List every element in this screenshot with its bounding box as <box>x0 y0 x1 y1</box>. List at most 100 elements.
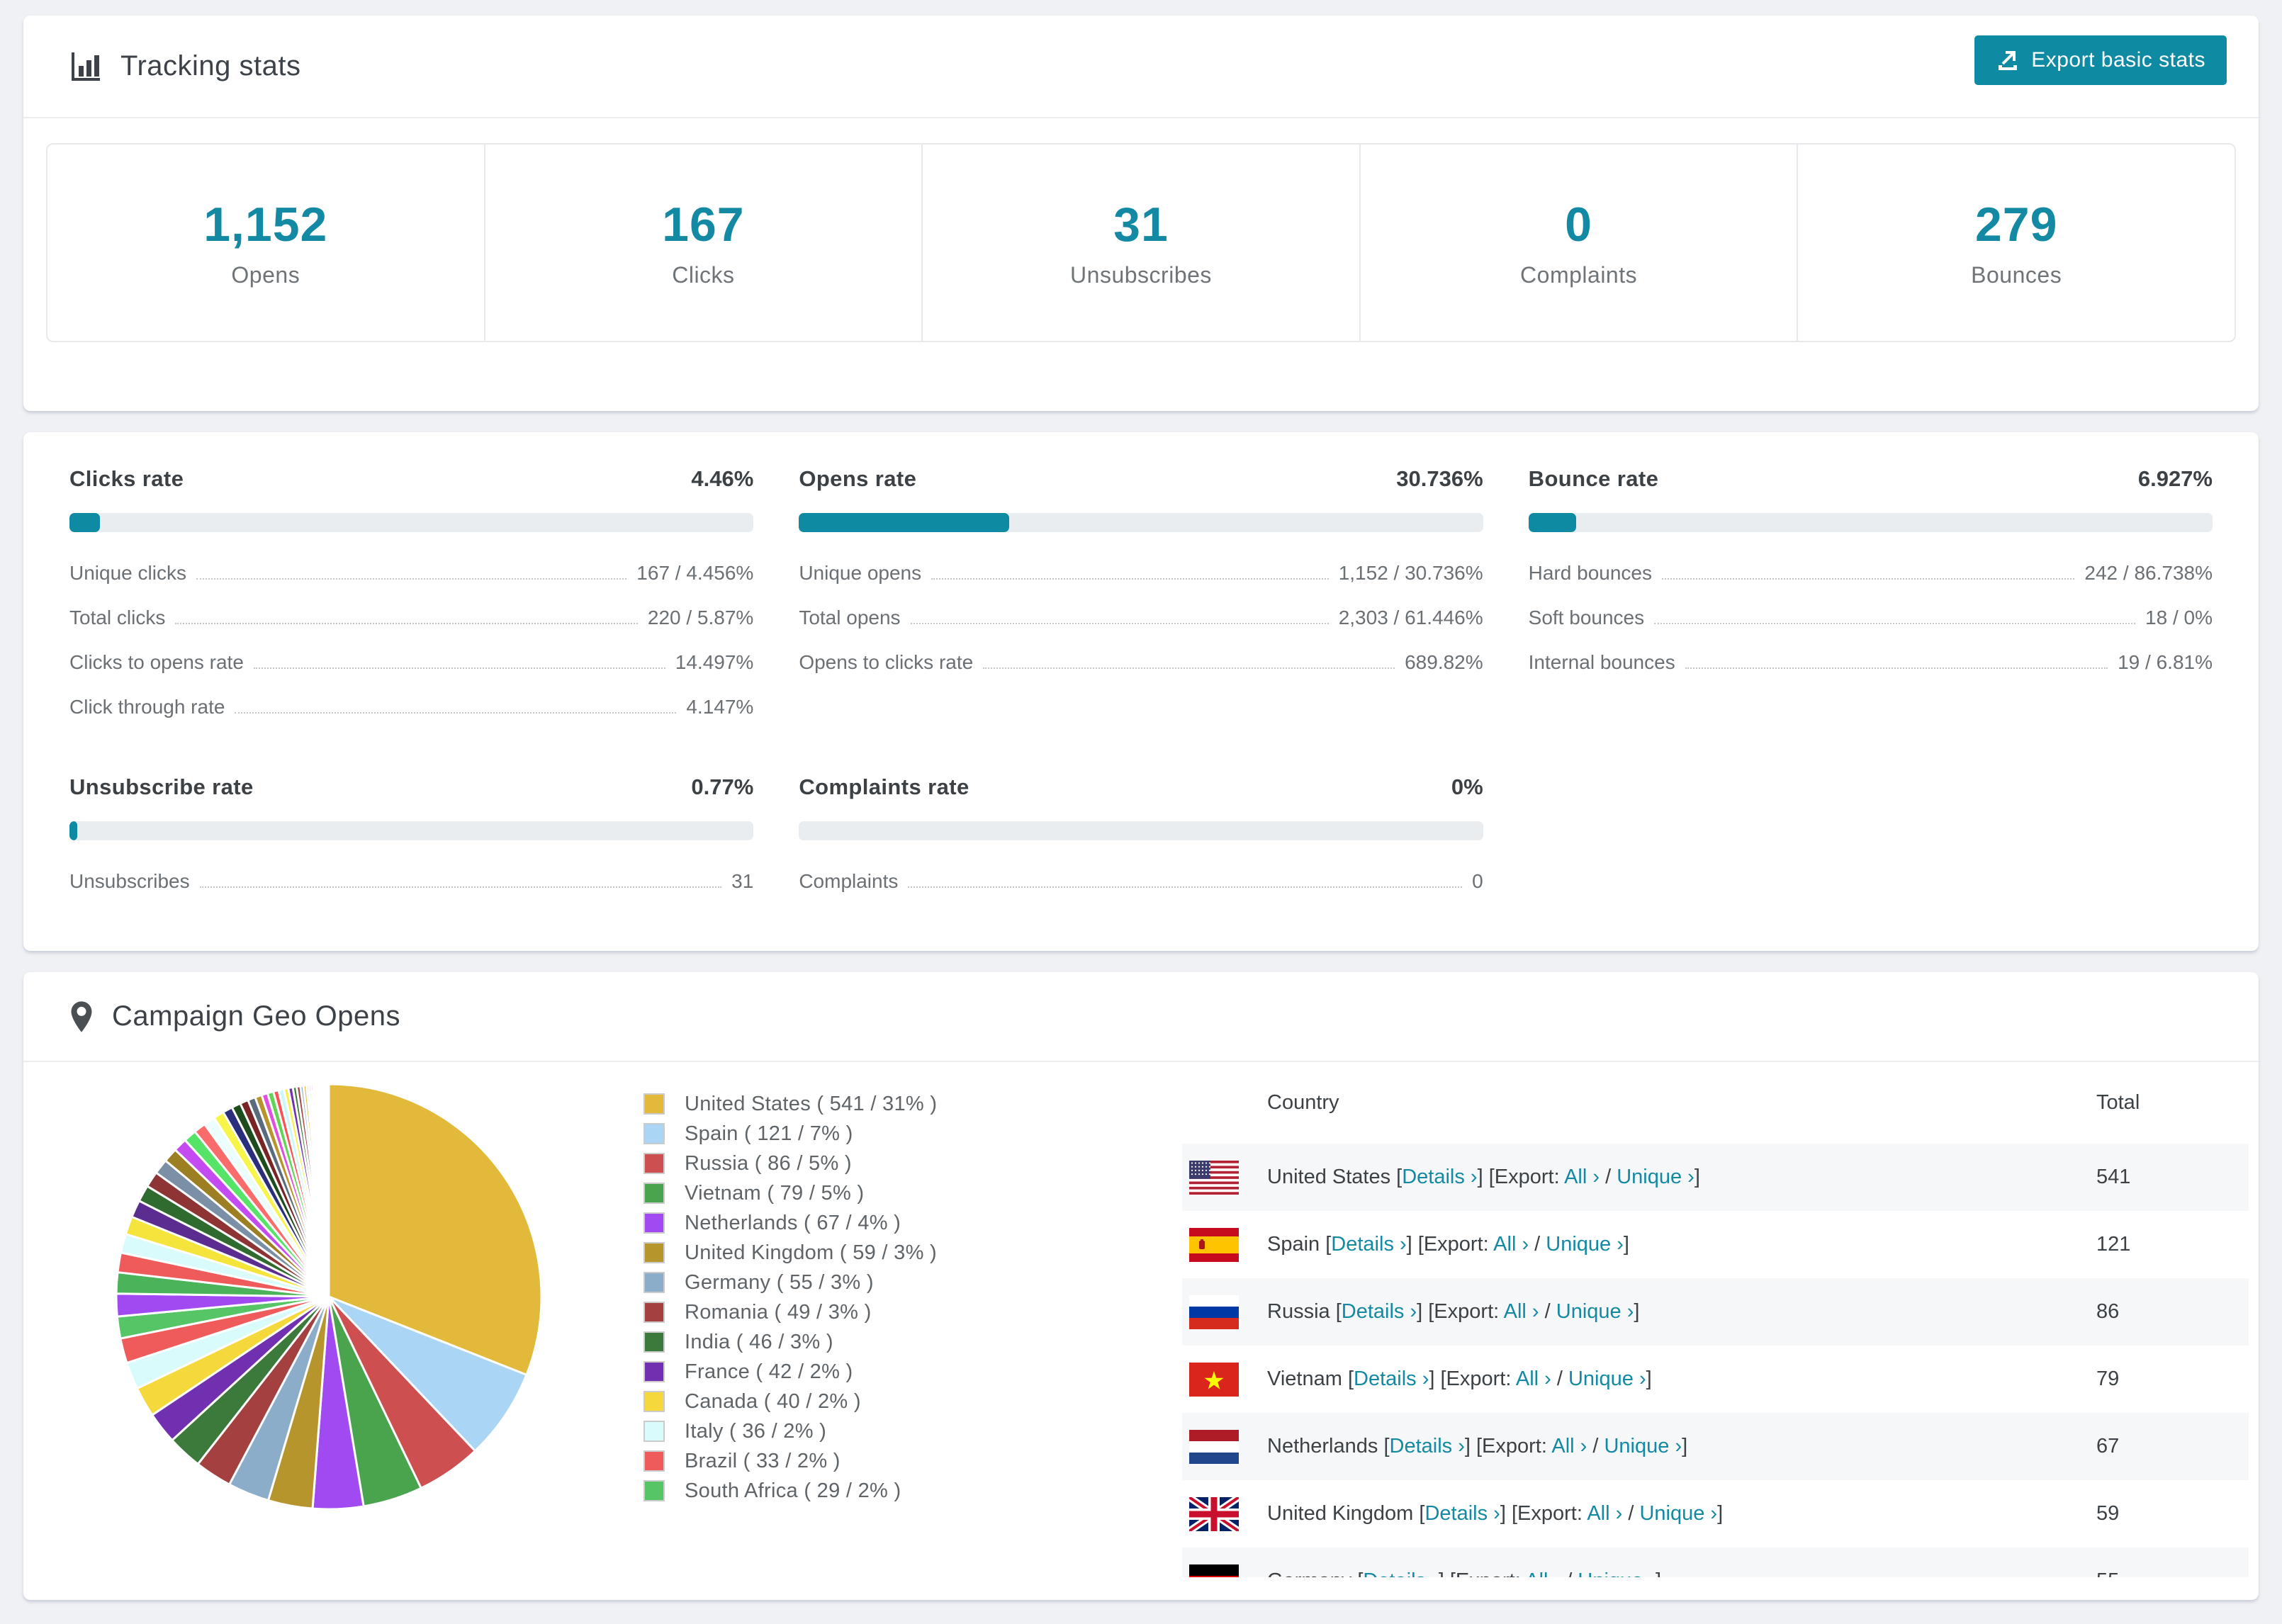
legend-swatch <box>643 1302 665 1323</box>
details-link[interactable]: Details › <box>1354 1368 1429 1390</box>
rate-stat-row: Total clicks 220 / 5.87% <box>69 605 753 630</box>
rate-progress-bar <box>69 821 754 840</box>
rate-stat-label: Soft bounces <box>1528 607 1645 628</box>
rates-grid: Clicks rate 4.46% Unique clicks 167 / 4.… <box>23 432 2259 913</box>
country-total: 59 <box>2096 1502 2120 1525</box>
legend-item-germany: Germany ( 55 / 3% ) <box>643 1268 1182 1297</box>
dotted-leader <box>199 886 722 888</box>
country-total: 541 <box>2096 1166 2131 1188</box>
legend-label: Netherlands ( 67 / 4% ) <box>685 1211 901 1234</box>
stat-value: 167 <box>662 198 745 252</box>
export-unique-link[interactable]: Unique › <box>1604 1435 1682 1457</box>
export-unique-link[interactable]: Unique › <box>1578 1569 1656 1577</box>
legend-label: Italy ( 36 / 2% ) <box>685 1419 827 1443</box>
export-unique-link[interactable]: Unique › <box>1639 1502 1717 1525</box>
geo-table-header: Country Total <box>1182 1062 2249 1144</box>
legend-item-united-states: United States ( 541 / 31% ) <box>643 1089 1182 1119</box>
campaign-geo-opens-card: Campaign Geo Opens United States ( 541 /… <box>23 972 2259 1600</box>
rate-section-opens-rate: Opens rate 30.736% Unique opens 1,152 / … <box>799 466 1483 739</box>
export-unique-link[interactable]: Unique › <box>1617 1166 1694 1188</box>
legend-item-united-kingdom: United Kingdom ( 59 / 3% ) <box>643 1238 1182 1268</box>
export-all-link[interactable]: All › <box>1587 1502 1622 1525</box>
stat-box-clicks: 167 Clicks <box>483 145 922 341</box>
country-name: Spain <box>1267 1233 1320 1256</box>
rate-stat-label: Unique clicks <box>69 562 186 584</box>
legend-swatch <box>643 1183 665 1204</box>
rate-section-title: Complaints rate <box>799 774 969 799</box>
stat-value: 31 <box>1113 198 1169 252</box>
stat-label: Complaints <box>1520 262 1638 288</box>
rate-stat-label: Opens to clicks rate <box>799 651 974 673</box>
stat-label: Bounces <box>1971 262 2062 288</box>
legend-label: Romania ( 49 / 3% ) <box>685 1300 872 1324</box>
details-link[interactable]: Details › <box>1342 1300 1417 1323</box>
dotted-leader <box>1654 623 2136 624</box>
rate-section-value: 0% <box>1451 774 1483 799</box>
geo-table-body: United States [Details ›] [Export: All ›… <box>1182 1144 2249 1577</box>
rate-section-value: 0.77% <box>691 774 754 799</box>
export-all-link[interactable]: All › <box>1564 1166 1600 1188</box>
export-all-link[interactable]: All › <box>1551 1435 1587 1457</box>
rate-stat-value: 242 / 86.738% <box>2084 562 2213 584</box>
export-unique-link[interactable]: Unique › <box>1546 1233 1624 1256</box>
rates-card: Clicks rate 4.46% Unique clicks 167 / 4.… <box>23 432 2259 951</box>
table-row-de: Germany [Details ›] [Export: All › / Uni… <box>1182 1547 2249 1577</box>
rate-stat-value: 167 / 4.456% <box>636 562 754 584</box>
details-link[interactable]: Details › <box>1402 1166 1477 1188</box>
geo-card-title: Campaign Geo Opens <box>112 1000 401 1032</box>
stat-box-opens: 1,152 Opens <box>47 145 484 341</box>
rate-stat-label: Total opens <box>799 607 901 628</box>
rate-section-value: 30.736% <box>1396 466 1483 491</box>
rate-stat-row: Unique clicks 167 / 4.456% <box>69 560 753 585</box>
export-all-link[interactable]: All › <box>1504 1300 1539 1323</box>
country-name: United Kingdom <box>1267 1502 1414 1525</box>
details-link[interactable]: Details › <box>1424 1502 1500 1525</box>
export-all-link[interactable]: All › <box>1516 1368 1551 1390</box>
bar-chart-icon <box>69 50 102 83</box>
legend-item-france: France ( 42 / 2% ) <box>643 1357 1182 1387</box>
legend-swatch <box>643 1153 665 1174</box>
stat-box-bounces: 279 Bounces <box>1797 145 2235 341</box>
dotted-leader <box>931 578 1329 580</box>
export-unique-link[interactable]: Unique › <box>1556 1300 1634 1323</box>
rate-stat-label: Clicks to opens rate <box>69 651 244 673</box>
rate-stat-row: Clicks to opens rate 14.497% <box>69 650 753 675</box>
stat-label: Opens <box>231 262 300 288</box>
rate-stat-label: Internal bounces <box>1528 651 1675 673</box>
stat-box-unsubscribes: 31 Unsubscribes <box>921 145 1359 341</box>
details-link[interactable]: Details › <box>1390 1435 1465 1457</box>
geo-opens-pie-chart <box>23 1062 636 1517</box>
rate-stat-value: 14.497% <box>675 651 754 673</box>
rate-section-bounce-rate: Bounce rate 6.927% Hard bounces 242 / 86… <box>1528 466 2213 739</box>
export-unique-link[interactable]: Unique › <box>1568 1368 1646 1390</box>
export-basic-stats-button[interactable]: Export basic stats <box>1974 35 2227 85</box>
rate-stat-label: Hard bounces <box>1528 562 1652 584</box>
legend-swatch <box>643 1391 665 1412</box>
export-all-link[interactable]: All › <box>1493 1233 1529 1256</box>
rate-stat-label: Complaints <box>799 870 899 892</box>
rate-section-head: Clicks rate 4.46% <box>69 466 753 492</box>
legend-item-romania: Romania ( 49 / 3% ) <box>643 1297 1182 1327</box>
legend-swatch <box>643 1123 665 1144</box>
details-link[interactable]: Details › <box>1363 1569 1438 1577</box>
rate-stat-value: 689.82% <box>1405 651 1483 673</box>
dotted-leader <box>1662 578 2075 580</box>
rate-stat-value: 0 <box>1472 870 1483 892</box>
legend-swatch <box>643 1331 665 1353</box>
dotted-leader <box>196 578 627 580</box>
export-all-link[interactable]: All › <box>1525 1569 1561 1577</box>
rate-stat-row: Unsubscribes 31 <box>69 869 753 893</box>
legend-label: Brazil ( 33 / 2% ) <box>685 1449 841 1472</box>
flag-icon-ru <box>1189 1295 1239 1329</box>
rate-progress-fill <box>1528 513 1576 532</box>
rate-section-clicks-rate: Clicks rate 4.46% Unique clicks 167 / 4.… <box>69 466 754 739</box>
pie-legend: United States ( 541 / 31% ) Spain ( 121 /… <box>636 1062 1182 1506</box>
rate-stat-label: Click through rate <box>69 696 225 718</box>
geo-card-header: Campaign Geo Opens <box>23 972 2259 1062</box>
map-pin-icon <box>69 1000 94 1033</box>
rate-section-head: Bounce rate 6.927% <box>1529 466 2213 492</box>
export-icon <box>1996 48 2020 72</box>
details-link[interactable]: Details › <box>1331 1233 1406 1256</box>
flag-icon-vn <box>1189 1362 1239 1397</box>
country-total: 67 <box>2096 1435 2120 1457</box>
